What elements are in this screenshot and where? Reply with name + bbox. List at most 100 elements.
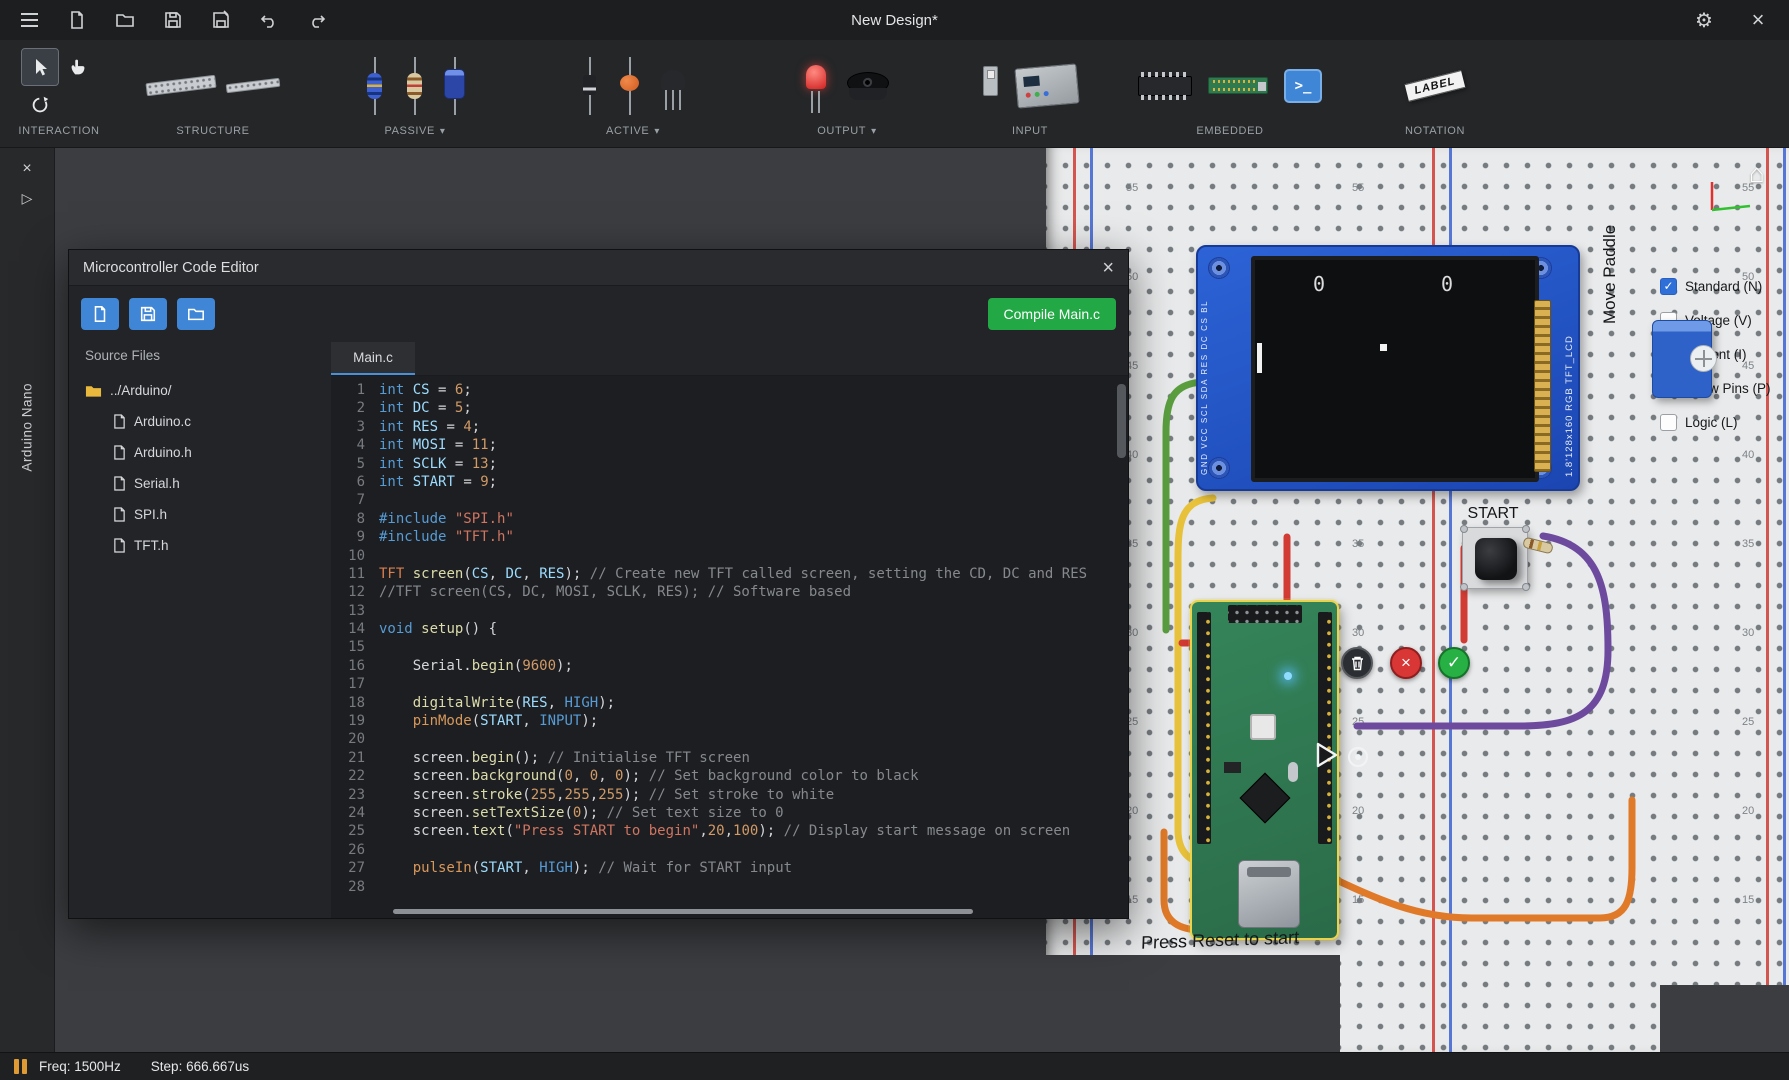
pong-ball <box>1380 344 1387 351</box>
code-line: 8#include "SPI.h" <box>331 511 1128 529</box>
editor-new-file-button[interactable] <box>81 298 119 330</box>
start-pushbutton[interactable] <box>1462 527 1528 589</box>
palette-section-active: ACTIVE▾ <box>522 40 744 147</box>
palette-item-breadboard-small[interactable] <box>226 78 281 94</box>
sidebar-play-icon[interactable]: ▷ <box>0 190 54 207</box>
tab-main-c[interactable]: Main.c <box>331 342 415 375</box>
confirm-button[interactable]: ✓ <box>1438 647 1470 679</box>
code-line: 12//TFT screen(CS, DC, MOSI, SCLK, RES);… <box>331 584 1128 602</box>
open-folder-icon[interactable] <box>112 7 138 33</box>
palette-item-resistor-beige[interactable] <box>403 57 427 115</box>
arduino-nano-board[interactable] <box>1192 602 1337 938</box>
reset-button[interactable] <box>1250 714 1276 740</box>
editor-titlebar[interactable]: Microcontroller Code Editor × <box>69 250 1128 286</box>
vertical-scrollbar[interactable] <box>1117 384 1126 458</box>
hand-tool[interactable] <box>60 49 96 85</box>
pin-header-right <box>1318 612 1332 844</box>
ruler-number: 20 <box>1742 805 1754 817</box>
file-row[interactable]: SPI.h <box>69 499 331 530</box>
cursor-tool[interactable] <box>22 49 58 85</box>
icsp-header <box>1228 605 1302 623</box>
redo-icon[interactable] <box>304 7 330 33</box>
dropdown-arrow-icon: ▾ <box>654 126 660 137</box>
potentiometer[interactable] <box>1652 320 1712 398</box>
delete-component-button[interactable] <box>1341 647 1373 679</box>
potentiometer-knob[interactable] <box>1690 345 1717 372</box>
home-view-icon[interactable]: ⌂ <box>1749 158 1765 189</box>
ruler-number: 35 <box>1742 538 1754 550</box>
code-area[interactable]: 1int CS = 6;2int DC = 5;3int RES = 4;4in… <box>331 376 1128 918</box>
file-row[interactable]: Arduino.c <box>69 406 331 437</box>
palette-item-label[interactable]: LABEL <box>1405 70 1465 101</box>
palette-item-diode[interactable] <box>578 57 602 115</box>
palette-item-microcontroller-terminal[interactable]: >_ <box>1284 69 1322 103</box>
loop-select-tool[interactable] <box>22 87 58 123</box>
palette-label-output[interactable]: OUTPUT▾ <box>817 125 876 143</box>
editor-open-button[interactable] <box>177 298 215 330</box>
save-icon[interactable] <box>160 7 186 33</box>
pin-header-left <box>1197 612 1211 844</box>
record-icon[interactable] <box>1345 744 1371 770</box>
cancel-button[interactable]: × <box>1390 647 1422 679</box>
pause-icon[interactable] <box>14 1059 27 1074</box>
palette-label-active[interactable]: ACTIVE▾ <box>606 125 660 143</box>
file-row[interactable]: TFT.h <box>69 530 331 561</box>
undo-icon[interactable] <box>256 7 282 33</box>
palette-item-transistor[interactable] <box>658 58 688 114</box>
palette-item-thermistor[interactable] <box>618 57 642 115</box>
palette-item-buzzer[interactable] <box>845 66 891 106</box>
statusbar: Freq: 1500Hz Step: 666.667us <box>0 1052 1789 1080</box>
ruler-number: 55 <box>1126 182 1138 194</box>
ruler-number: 20 <box>1352 805 1364 817</box>
editor-tabbar: Main.c <box>331 342 1128 376</box>
ruler-number: 15 <box>1352 894 1364 906</box>
scene-background <box>1046 955 1340 1052</box>
palette-item-led[interactable] <box>803 57 829 115</box>
checkbox-unchecked[interactable] <box>1660 414 1677 431</box>
power-rail-blue <box>1783 148 1786 1052</box>
file-row[interactable]: Serial.h <box>69 468 331 499</box>
editor-save-button[interactable] <box>129 298 167 330</box>
code-line: 9#include "TFT.h" <box>331 529 1128 547</box>
compile-button[interactable]: Compile Main.c <box>988 298 1116 330</box>
checkbox-checked[interactable]: ✓ <box>1660 278 1677 295</box>
palette-section-output: OUTPUT▾ <box>744 40 950 147</box>
move-paddle-label[interactable]: Move Paddle <box>1600 168 1620 324</box>
ruler-number: 25 <box>1352 716 1364 728</box>
component-palette: INTERACTION STRUCTURE PASSIVE▾ <box>0 40 1789 148</box>
view-option-logic-l-[interactable]: Logic (L) <box>1660 412 1771 432</box>
sidebar-component-label: Arduino Nano <box>20 383 35 472</box>
code-line: 5int SCLK = 13; <box>331 456 1128 474</box>
editor-close-icon[interactable]: × <box>1102 258 1114 278</box>
settings-gear-icon[interactable]: ⚙ <box>1691 7 1717 33</box>
palette-label-input: INPUT <box>1012 125 1048 143</box>
new-file-icon[interactable] <box>64 7 90 33</box>
save-as-icon[interactable] <box>208 7 234 33</box>
pushbutton-cap[interactable] <box>1475 538 1517 580</box>
code-line: 14void setup() { <box>331 621 1128 639</box>
app-close-icon[interactable]: × <box>1745 7 1771 33</box>
tft-pin-labels: GND VCC SCL SDA RES DC CS BL <box>1200 265 1209 475</box>
run-mcu-icon[interactable] <box>1313 740 1341 770</box>
screw-hole <box>1208 257 1230 279</box>
palette-label-notation: NOTATION <box>1405 125 1465 143</box>
palette-item-resistor-blue[interactable] <box>363 57 387 115</box>
usb-connector <box>1238 860 1300 928</box>
palette-item-power-supply[interactable] <box>1014 63 1079 108</box>
sidebar-close-icon[interactable]: × <box>0 160 54 178</box>
file-row[interactable]: Arduino.h <box>69 437 331 468</box>
folder-row[interactable]: ../Arduino/ <box>69 375 331 406</box>
start-button-label[interactable]: START <box>1453 505 1533 523</box>
tft-lcd-module[interactable]: GND VCC SCL SDA RES DC CS BL 0 0 1.8'128… <box>1196 245 1580 491</box>
palette-item-ic-chip[interactable] <box>1138 76 1192 96</box>
code-line: 17 <box>331 676 1128 694</box>
palette-item-breadboard-large[interactable] <box>145 75 216 96</box>
palette-item-capacitor[interactable] <box>443 57 467 115</box>
horizontal-scrollbar[interactable] <box>393 909 973 914</box>
view-option-standard-n-[interactable]: ✓Standard (N) <box>1660 276 1771 296</box>
palette-label-passive[interactable]: PASSIVE▾ <box>384 125 445 143</box>
palette-item-arduino-nano[interactable] <box>1208 77 1268 94</box>
usb-chip <box>1224 762 1241 773</box>
palette-item-switch[interactable] <box>982 60 1000 112</box>
menu-icon[interactable] <box>16 7 42 33</box>
